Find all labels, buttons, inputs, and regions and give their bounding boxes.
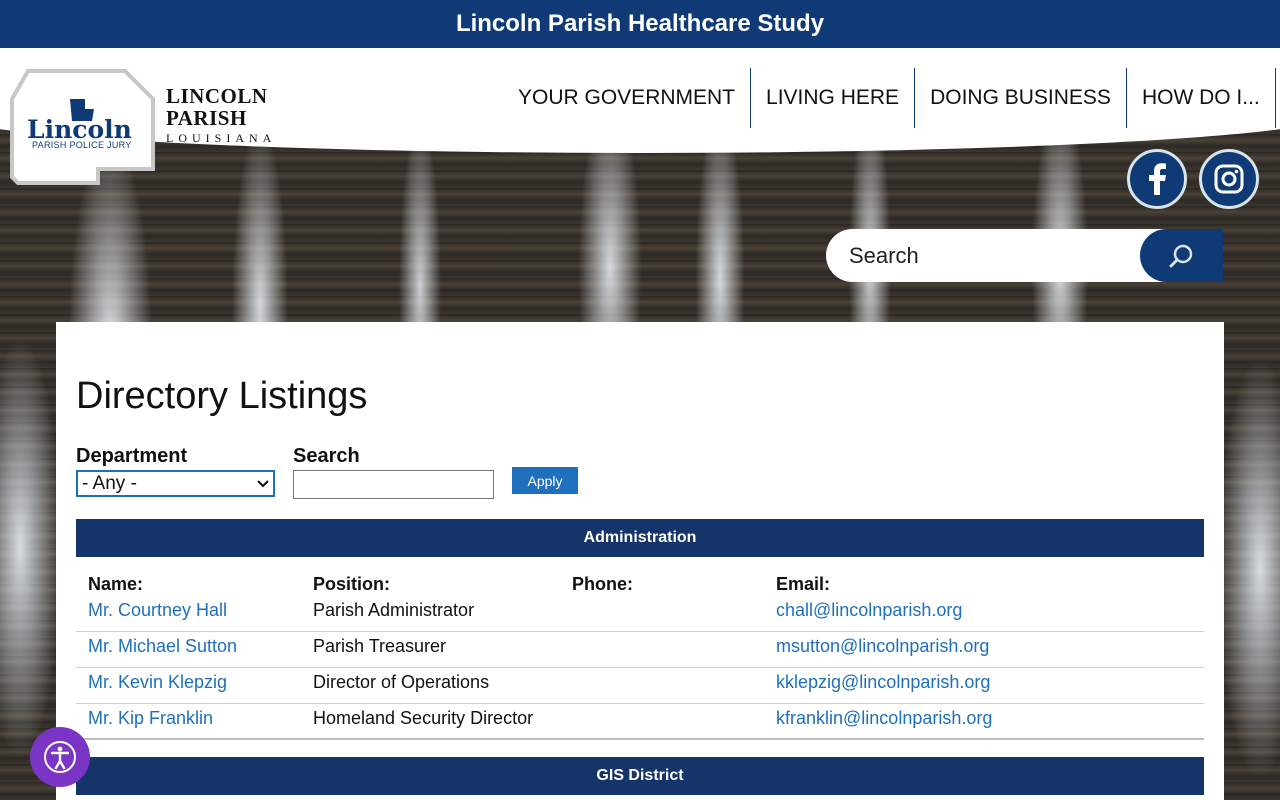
instagram-icon (1214, 164, 1244, 194)
table-row: Mr. Michael Sutton Parish Treasurer msut… (76, 632, 1204, 668)
site-logo[interactable]: Lincoln PARISH POLICE JURY LINCOLN PARIS… (10, 69, 300, 185)
main-nav: YOUR GOVERNMENT LIVING HERE DOING BUSINE… (503, 68, 1276, 128)
department-select-value: - Any - (82, 472, 137, 494)
header-phone: Phone: (572, 574, 633, 594)
site-search-box[interactable]: Search (826, 229, 1223, 282)
person-position: Homeland Security Director (313, 708, 534, 728)
person-name-link[interactable]: Mr. Courtney Hall (88, 600, 227, 621)
nav-how-do-i[interactable]: HOW DO I... (1125, 68, 1276, 128)
directory-table-administration: Name: Position: Phone: Email: Mr. Courtn… (76, 574, 1204, 740)
section-header-gis-district: GIS District (76, 757, 1204, 795)
facebook-button[interactable] (1127, 149, 1187, 209)
apply-button[interactable]: Apply (512, 467, 578, 494)
facebook-icon (1149, 163, 1166, 195)
search-icon (1169, 244, 1192, 267)
instagram-button[interactable] (1199, 149, 1259, 209)
section-header-administration: Administration (76, 519, 1204, 557)
directory-content: Directory Listings Department - Any - Se… (56, 322, 1224, 800)
person-name-link[interactable]: Mr. Kevin Klepzig (88, 672, 227, 693)
header-name: Name: (88, 574, 144, 594)
logo-subtitle: PARISH POLICE JURY (32, 140, 132, 150)
accessibility-icon (44, 741, 76, 773)
header-position: Position: (313, 574, 390, 594)
logo-line-parish: PARISH (166, 106, 247, 130)
directory-search-input[interactable] (293, 470, 494, 499)
banner-text[interactable]: Lincoln Parish Healthcare Study (456, 10, 824, 38)
nav-your-government[interactable]: YOUR GOVERNMENT (503, 68, 750, 128)
search-label: Search (293, 445, 360, 467)
accessibility-button[interactable] (30, 727, 90, 787)
nav-doing-business[interactable]: DOING BUSINESS (914, 68, 1126, 128)
top-banner[interactable]: Lincoln Parish Healthcare Study (0, 0, 1280, 48)
nav-living-here[interactable]: LIVING HERE (750, 68, 914, 128)
person-position: Parish Treasurer (313, 636, 447, 656)
table-row: Mr. Courtney Hall Parish Administrator c… (76, 596, 1204, 632)
page-title: Directory Listings (76, 375, 368, 417)
person-email-link[interactable]: kklepzig@lincolnparish.org (776, 672, 990, 693)
table-row: Mr. Kip Franklin Homeland Security Direc… (76, 704, 1204, 740)
chevron-down-icon (257, 479, 269, 487)
logo-line-lincoln: LINCOLN (166, 84, 268, 108)
person-position: Parish Administrator (313, 600, 475, 620)
table-header-row: Name: Position: Phone: Email: (76, 574, 1204, 596)
department-select[interactable]: - Any - (76, 470, 275, 497)
logo-text: LINCOLN PARISH LOUISIANA (166, 85, 276, 146)
person-name-link[interactable]: Mr. Kip Franklin (88, 708, 213, 729)
person-email-link[interactable]: chall@lincolnparish.org (776, 600, 962, 621)
logo-line-louisiana: LOUISIANA (166, 131, 277, 145)
site-search-button[interactable] (1140, 229, 1223, 282)
person-email-link[interactable]: msutton@lincolnparish.org (776, 636, 989, 657)
site-search-input[interactable]: Search (849, 243, 919, 269)
header-email: Email: (776, 574, 831, 594)
table-row: Mr. Kevin Klepzig Director of Operations… (76, 668, 1204, 704)
person-name-link[interactable]: Mr. Michael Sutton (88, 636, 237, 657)
person-position: Director of Operations (313, 672, 490, 692)
person-email-link[interactable]: kfranklin@lincolnparish.org (776, 708, 992, 729)
department-label: Department (76, 445, 188, 467)
